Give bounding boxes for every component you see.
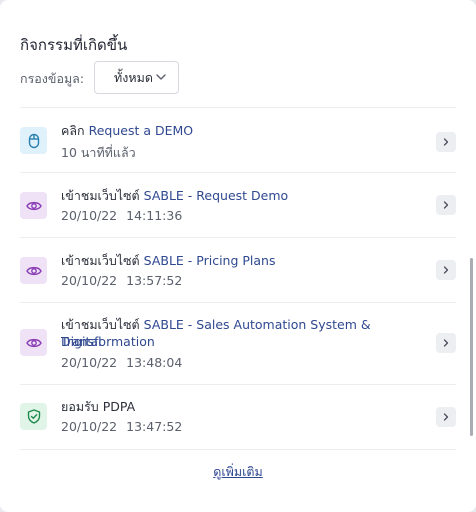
see-more-link[interactable]: ดูเพิ่มเติม [0, 462, 476, 482]
activity-item[interactable]: คลิก Request a DEMO 10 นาทีที่แล้ว [20, 108, 456, 172]
activity-item[interactable]: เข้าชมเว็บไซต์ SABLE - Request Demo 20/1… [20, 173, 456, 237]
activity-item[interactable]: เข้าชมเว็บไซต์ SABLE - Pricing Plans 20/… [20, 238, 456, 302]
open-activity-button[interactable] [436, 333, 456, 353]
activity-link-continued[interactable]: Transformation [61, 334, 155, 349]
mouse-icon [20, 127, 47, 154]
panel-title: กิจกรรมที่เกิดขึ้น [20, 36, 128, 54]
activity-panel: กิจกรรมที่เกิดขึ้น กรองข้อมูล: ทั้งหมด ค… [0, 0, 476, 512]
activity-description: เข้าชมเว็บไซต์ SABLE - Request Demo [61, 188, 289, 203]
activity-timestamp: 20/10/22 14:11:36 [61, 208, 183, 223]
activity-description: ยอมรับ PDPA [61, 399, 136, 414]
eye-icon [20, 192, 47, 219]
chevron-right-icon [443, 266, 449, 274]
filter-selected-value: ทั้งหมด [114, 69, 153, 85]
activity-item[interactable]: เข้าชมเว็บไซต์ SABLE - Sales Automation … [20, 303, 456, 383]
activity-description-continued: Transformation [61, 333, 411, 350]
open-activity-button[interactable] [436, 195, 456, 215]
open-activity-button[interactable] [436, 407, 456, 427]
open-activity-button[interactable] [436, 260, 456, 280]
activity-link[interactable]: SABLE - Pricing Plans [144, 253, 276, 268]
chevron-down-icon [156, 74, 166, 80]
activity-time: 10 นาทีที่แล้ว [61, 145, 136, 160]
divider [20, 449, 456, 450]
filter-dropdown[interactable]: ทั้งหมด [94, 61, 179, 94]
chevron-right-icon [443, 413, 449, 421]
open-activity-button[interactable] [436, 132, 456, 152]
activity-description: เข้าชมเว็บไซต์ SABLE - Pricing Plans [61, 253, 276, 268]
activity-link[interactable]: SABLE - Request Demo [144, 188, 289, 203]
chevron-right-icon [443, 339, 449, 347]
scrollbar-thumb[interactable] [470, 258, 473, 436]
activity-item[interactable]: ยอมรับ PDPA 20/10/22 13:47:52 [20, 385, 456, 449]
activity-timestamp: 20/10/22 13:57:52 [61, 273, 183, 288]
activity-link[interactable]: Request a DEMO [89, 123, 194, 138]
eye-icon [20, 257, 47, 284]
shield-check-icon [20, 403, 47, 430]
activity-timestamp: 20/10/22 13:48:04 [61, 355, 183, 370]
filter-label: กรองข้อมูล: [20, 71, 85, 86]
activity-description: คลิก Request a DEMO [61, 123, 194, 138]
activity-timestamp: 20/10/22 13:47:52 [61, 419, 183, 434]
chevron-right-icon [443, 138, 449, 146]
chevron-right-icon [443, 201, 449, 209]
eye-icon [20, 329, 47, 356]
